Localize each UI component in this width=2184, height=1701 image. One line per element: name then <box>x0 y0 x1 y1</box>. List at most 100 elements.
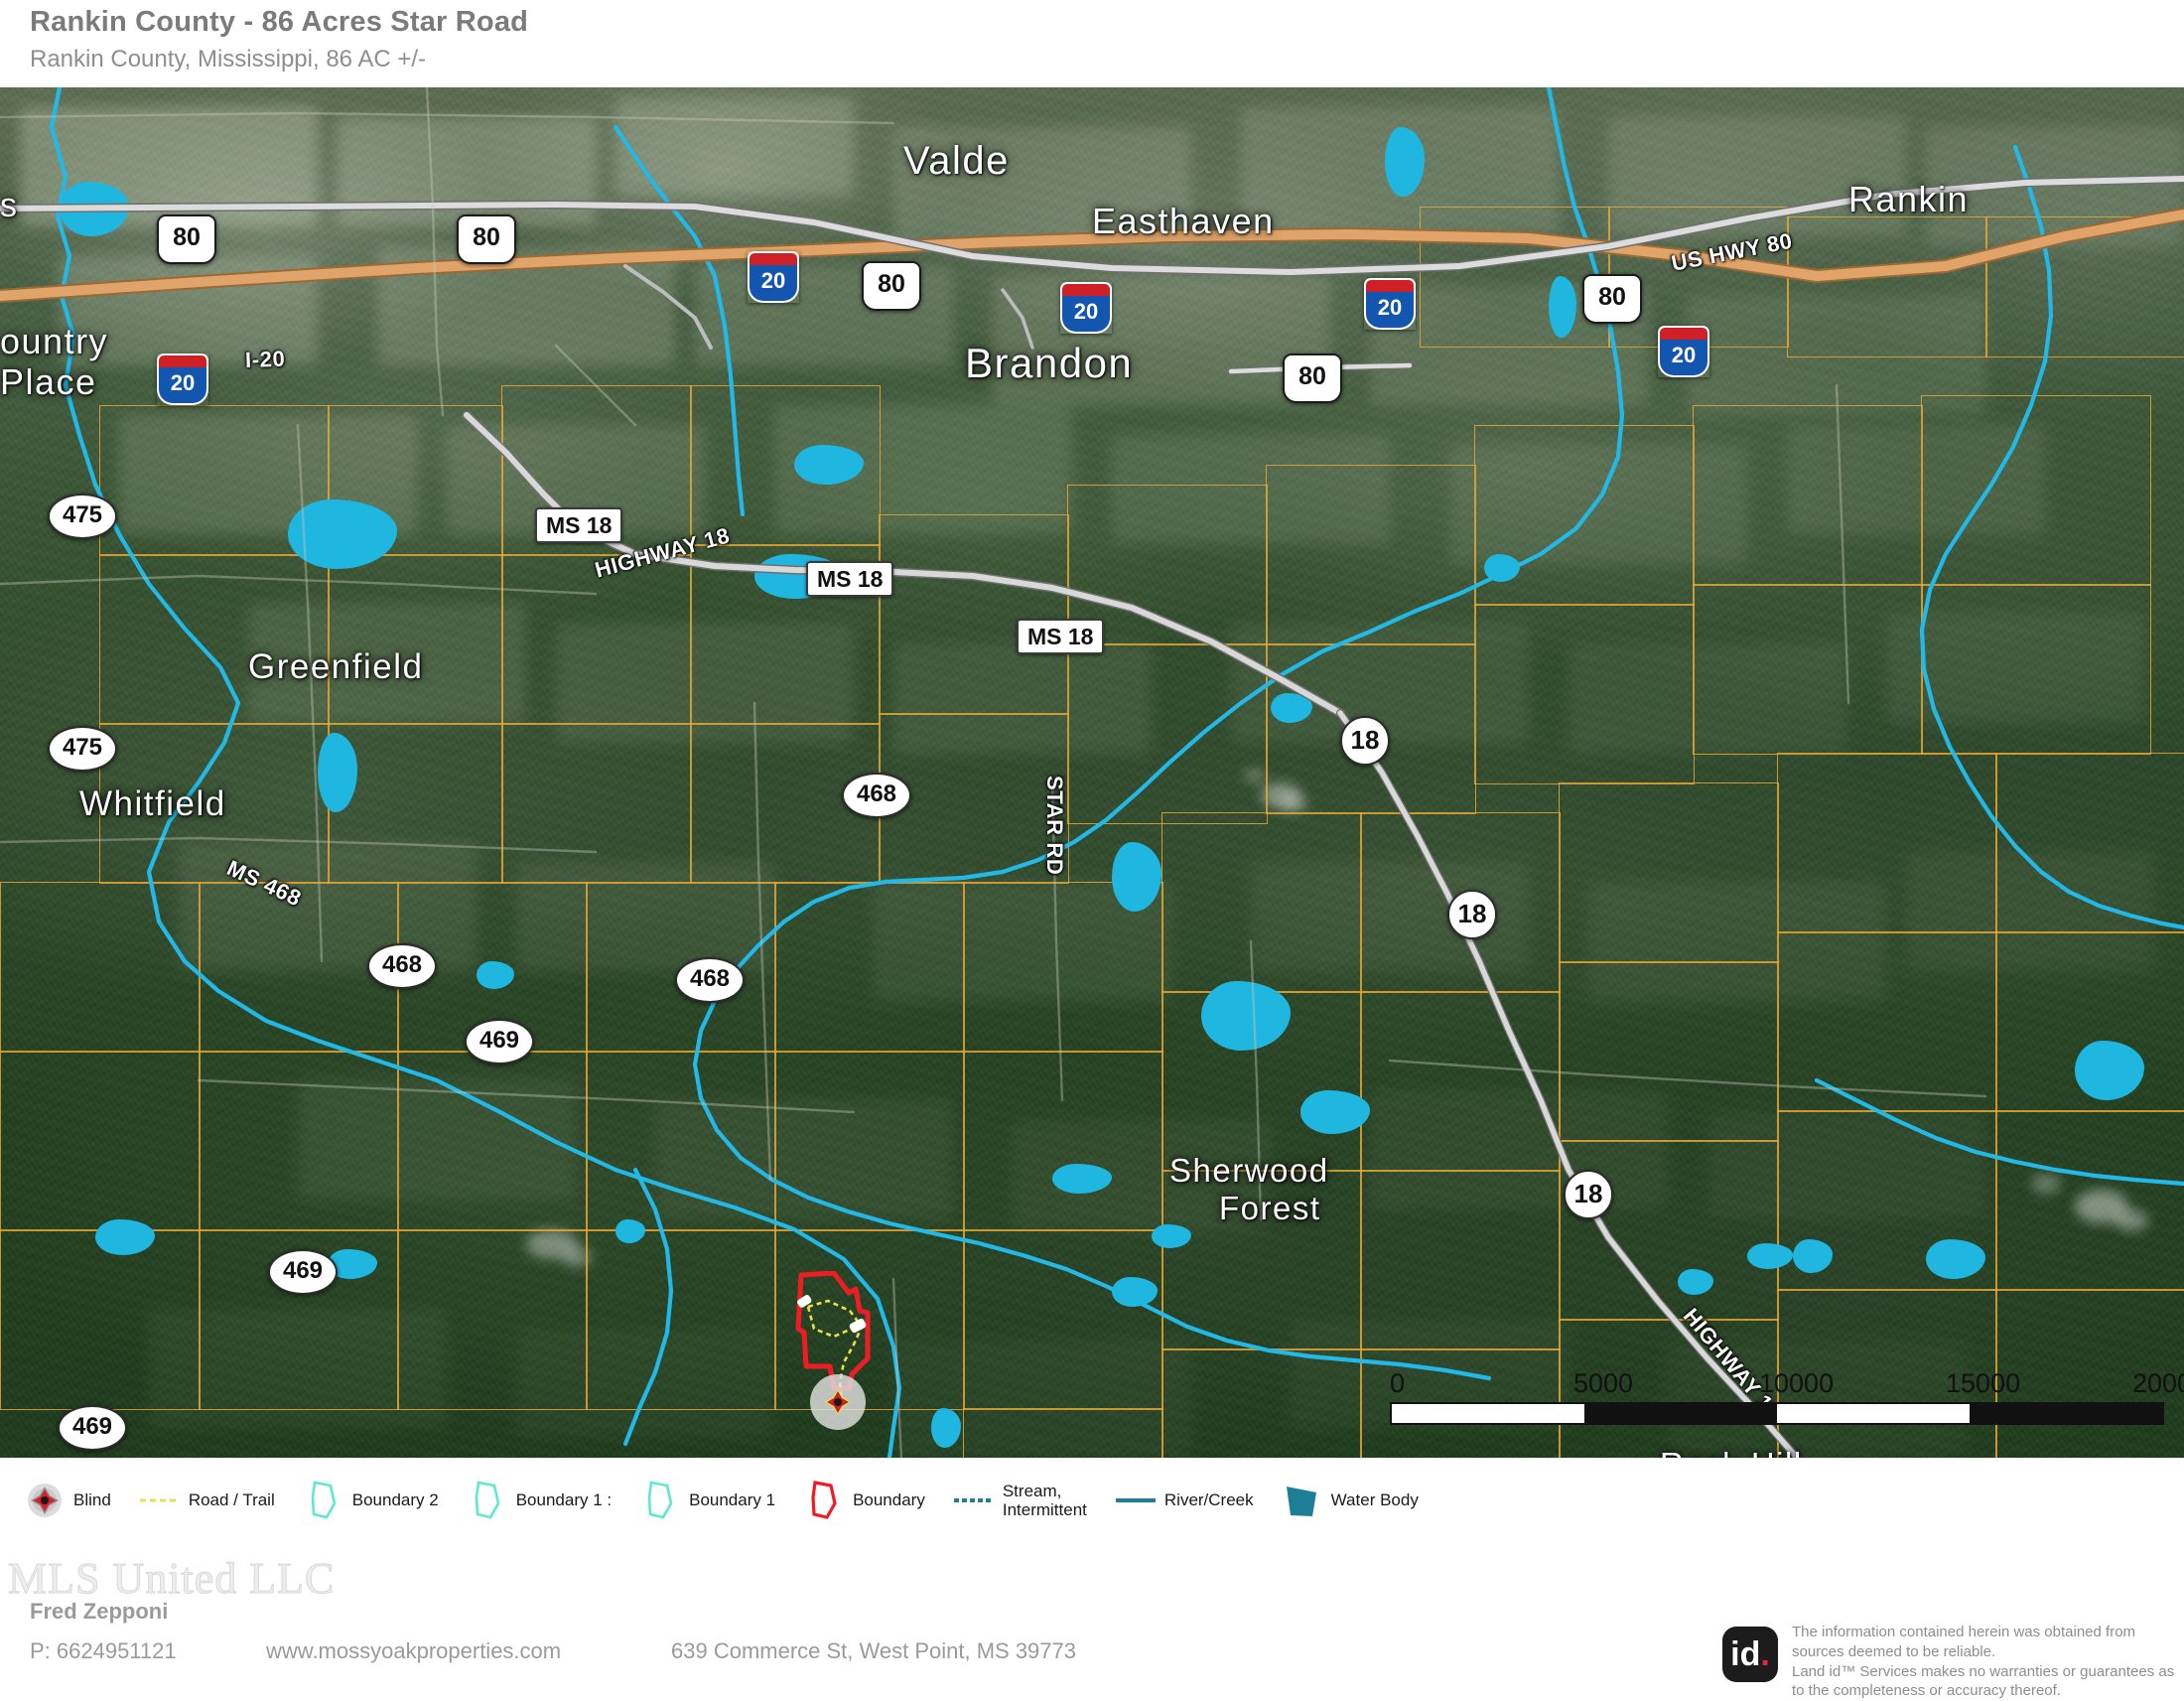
interstate-shield[interactable]: 20 <box>157 354 208 405</box>
county-route-shield[interactable]: 469 <box>268 1249 338 1295</box>
route-plate-shield[interactable]: MS 18 <box>535 507 623 543</box>
route-plate-shield[interactable]: MS 18 <box>806 561 894 597</box>
interstate-shield-crown <box>1658 326 1709 340</box>
place-label: ountry <box>0 321 109 361</box>
agent-address: 639 Commerce St, West Point, MS 39773 <box>671 1638 1076 1663</box>
legend-item: Boundary <box>801 1479 925 1522</box>
scale-bar-tick: 20000ft <box>2132 1368 2184 1398</box>
intermittent-stream-line-icon <box>951 1479 997 1522</box>
place-label: Easthaven <box>1092 201 1275 241</box>
us-highway-shield[interactable]: 80 <box>157 214 216 264</box>
legend-item-label: Boundary 2 <box>351 1490 439 1510</box>
place-label: Place <box>0 361 97 402</box>
legend-item-label: Water Body <box>1330 1490 1419 1510</box>
legend-item: Water Body <box>1280 1479 1419 1522</box>
scale-bar-segment <box>1584 1404 1777 1423</box>
minor-road <box>0 836 598 854</box>
minor-road <box>0 111 895 125</box>
water-body-fill-icon <box>1280 1479 1325 1522</box>
interstate-shield-number: 20 <box>1364 292 1416 330</box>
interstate-shield-number: 20 <box>1060 296 1112 334</box>
minor-road <box>554 344 637 427</box>
interstate-shield[interactable]: 20 <box>1060 282 1112 334</box>
county-route-shield[interactable]: 468 <box>367 943 437 989</box>
state-route-shield[interactable]: 18 <box>1340 716 1390 766</box>
minor-road <box>1388 1059 1987 1098</box>
minor-road <box>296 423 324 963</box>
county-route-shield[interactable]: 468 <box>675 957 745 1003</box>
land-id-logo: id. <box>1722 1627 1778 1682</box>
interstate-shield-crown <box>1060 282 1112 296</box>
us-highway-shield[interactable]: 80 <box>1283 354 1342 403</box>
legend-item-label: River/Creek <box>1163 1490 1254 1510</box>
interstate-shield[interactable]: 20 <box>748 251 799 303</box>
agent-phone: P: 6624951121 <box>30 1638 177 1663</box>
road-trail-line-icon <box>137 1479 183 1522</box>
state-route-shield[interactable]: 18 <box>1447 890 1497 939</box>
map-canvas[interactable]: Valde Easthaven Rankin Brandon ountry Place s G… <box>0 87 2184 1458</box>
minor-road <box>197 1078 856 1114</box>
disclaimer-text: The information contained herein was obt… <box>1792 1624 2175 1700</box>
scale-bar-tick: 0 <box>1390 1368 1406 1398</box>
place-label: Greenfield <box>248 647 424 686</box>
interstate-shield-number: 20 <box>748 265 799 303</box>
county-route-shield[interactable]: 468 <box>842 773 911 818</box>
us-highway-shield[interactable]: 80 <box>862 261 921 311</box>
land-id-logo-text: id <box>1730 1634 1761 1673</box>
interstate-shield-number: 20 <box>157 367 208 405</box>
minor-road <box>0 574 598 596</box>
scale-bar: 0 5000 10000 15000 20000ft <box>1378 1362 2184 1446</box>
subject-property-boundary[interactable] <box>794 1270 884 1430</box>
legend-item: Road / Trail <box>137 1479 275 1522</box>
scale-bar-ticks: 0 5000 10000 15000 20000ft <box>1390 1368 2184 1402</box>
interstate-shield-number: 20 <box>1658 340 1709 377</box>
scale-bar-segment <box>1392 1404 1584 1423</box>
legend-item: Boundary 2 <box>301 1479 439 1522</box>
place-label: s <box>0 187 19 224</box>
land-id-logo-dot: . <box>1760 1634 1770 1673</box>
legend-item-label: Boundary <box>853 1490 925 1510</box>
county-route-shield[interactable]: 475 <box>48 726 117 772</box>
place-label: Brandon <box>965 340 1134 386</box>
agent-website[interactable]: www.mossyoakproperties.com <box>266 1638 561 1664</box>
us-highway-shield[interactable]: 80 <box>1582 274 1642 324</box>
blind-marker-on-map[interactable] <box>810 1374 866 1430</box>
minor-road <box>1835 383 1850 705</box>
place-label: Whitfield <box>79 784 226 823</box>
interstate-shield-crown <box>1364 278 1416 292</box>
county-route-shield[interactable]: 469 <box>465 1019 534 1064</box>
scale-bar-tick: 10000 <box>1759 1368 1835 1398</box>
legend-item: Boundary 1 <box>637 1479 775 1522</box>
legend-item-label: Boundary 1 : <box>515 1490 613 1510</box>
county-route-shield[interactable]: 469 <box>58 1405 127 1451</box>
legend-item-label: Boundary 1 <box>689 1490 776 1510</box>
place-label: Valde <box>903 139 1010 183</box>
map-legend: Blind Road / Trail Boundary 2 Boundary 1 : B… <box>0 1458 2184 1543</box>
legend-item: River/Creek <box>1113 1479 1254 1522</box>
legend-item-label: Blind <box>73 1490 111 1510</box>
legend-item: Stream, Intermittent <box>951 1479 1087 1522</box>
page-subtitle: Rankin County, Mississippi, 86 AC +/- <box>30 46 427 72</box>
place-label: Rankin <box>1848 179 1970 219</box>
interstate-shield[interactable]: 20 <box>1658 326 1709 377</box>
scale-bar-tick: 5000 <box>1573 1368 1634 1398</box>
legend-item: Boundary 1 : <box>465 1479 612 1522</box>
legend-item-label: Stream, Intermittent <box>1002 1481 1087 1519</box>
interstate-shield[interactable]: 20 <box>1364 278 1416 330</box>
place-label: Rock Hill <box>1660 1446 1803 1458</box>
route-plate-shield[interactable]: MS 18 <box>1017 619 1105 654</box>
page-header: Rankin County - 86 Acres Star Road Ranki… <box>0 0 2184 87</box>
us-highway-shield[interactable]: 80 <box>457 214 516 264</box>
interstate-shield-crown <box>748 251 799 265</box>
county-route-shield[interactable]: 475 <box>48 494 117 539</box>
minor-road <box>425 87 445 417</box>
road-name-label: STAR RD <box>1042 776 1067 876</box>
scale-bar-segments <box>1390 1402 2164 1425</box>
minor-road <box>891 1277 903 1458</box>
state-route-shield[interactable]: 18 <box>1564 1170 1613 1219</box>
agent-name: Fred Zepponi <box>30 1599 169 1624</box>
road-name-label: I-20 <box>244 346 286 372</box>
legend-item: Blind <box>22 1479 111 1522</box>
boundary-polygon-outline-icon <box>301 1479 346 1522</box>
scale-bar-segment <box>1970 1404 2162 1423</box>
